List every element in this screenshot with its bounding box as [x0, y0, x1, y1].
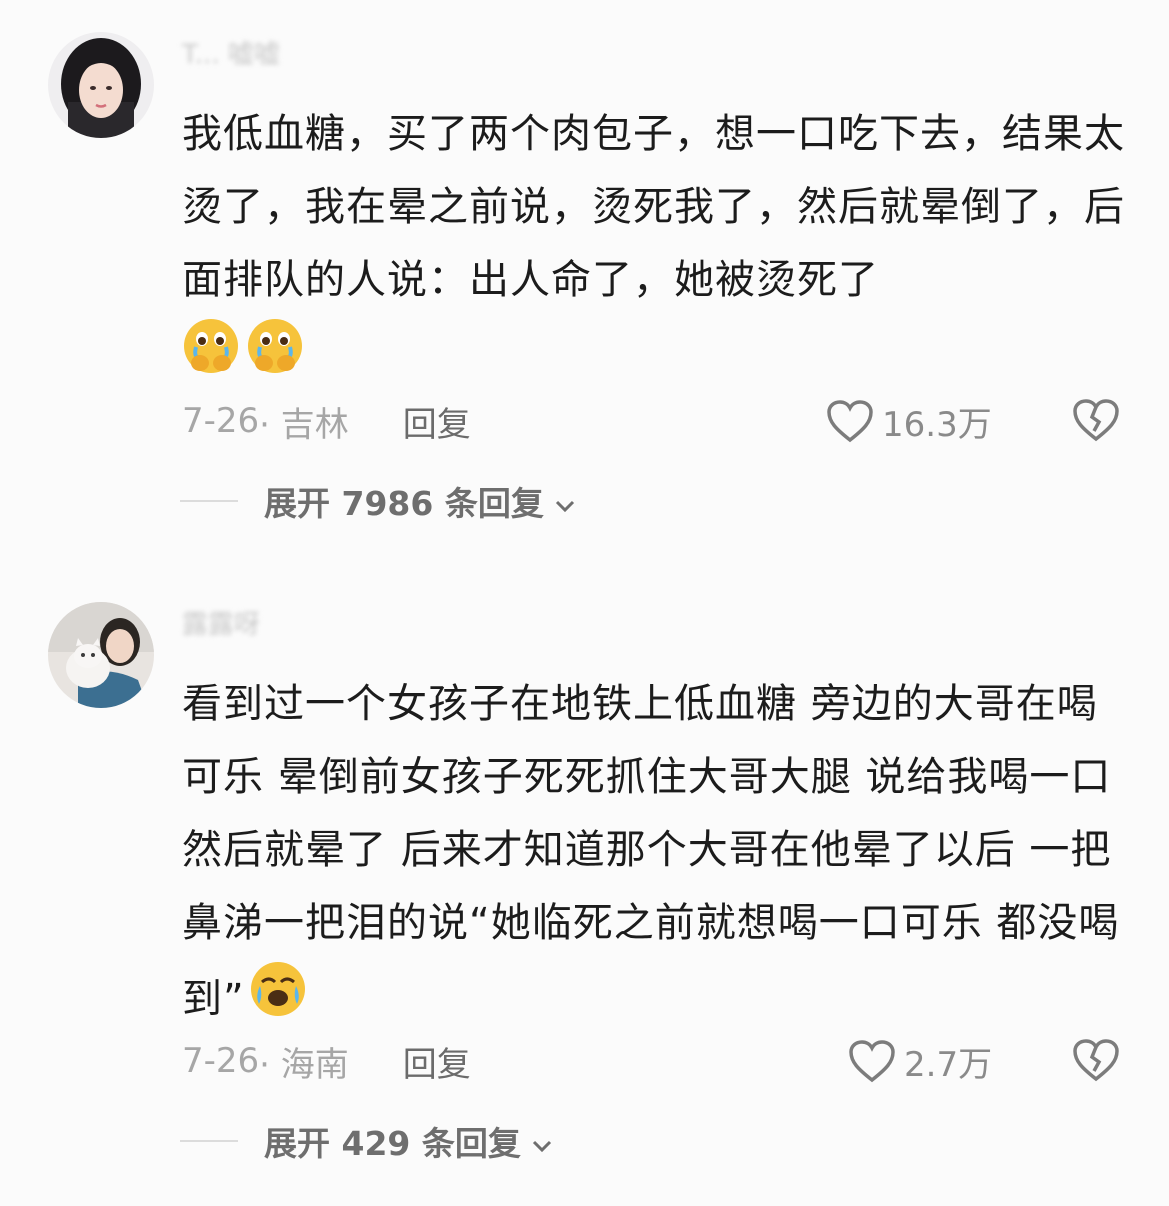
comment-list: T... 嘘嘘 我低血糖，买了两个肉包子，想一口吃下去，结果太烫了，我在晕之前说… [0, 0, 1169, 1206]
comment-text: 看到过一个女孩子在地铁上低血糖 旁边的大哥在喝可乐 晕倒前女孩子死死抓住大哥大腿… [182, 668, 1132, 1042]
reply-button[interactable]: 回复 [403, 397, 471, 446]
reply-button[interactable]: 回复 [403, 1037, 471, 1086]
expand-replies-button[interactable]: 展开 7986 条回复 [180, 476, 576, 526]
hand-over-mouth-crying-emoji [246, 317, 304, 399]
comment-location: · 吉林 [259, 404, 349, 445]
expand-label: 展开 7986 条回复 [264, 484, 544, 523]
heart-icon [827, 400, 873, 443]
expand-replies-button[interactable]: 展开 429 条回复 [180, 1116, 553, 1166]
divider-dash [180, 500, 238, 502]
username[interactable]: T... 嘘嘘 [182, 34, 280, 71]
dislike-button[interactable] [1072, 398, 1120, 446]
username[interactable]: 露露呀 [182, 604, 260, 641]
avatar[interactable] [48, 32, 154, 138]
comment-body: 我低血糖，买了两个肉包子，想一口吃下去，结果太烫了，我在晕之前说，烫死我了，然后… [182, 111, 1125, 303]
comment-body: 看到过一个女孩子在地铁上低血糖 旁边的大哥在喝可乐 晕倒前女孩子死死抓住大哥大腿… [182, 681, 1120, 1022]
broken-heart-icon [1073, 399, 1119, 442]
divider-dash [180, 1140, 238, 1142]
hand-over-mouth-crying-emoji [182, 317, 240, 399]
dislike-button[interactable] [1072, 1038, 1120, 1086]
comment-date: 7-26 [182, 401, 260, 441]
like-count: 16.3万 [882, 404, 992, 445]
emoji-row [182, 317, 310, 399]
chevron-down-icon [531, 1122, 553, 1161]
comment-date: 7-26 [182, 1041, 260, 1081]
comment-location: · 海南 [259, 1044, 349, 1085]
chevron-down-icon [554, 482, 576, 521]
like-button[interactable]: 16.3万 [826, 396, 992, 446]
like-count: 2.7万 [904, 1044, 993, 1085]
heart-icon [849, 1040, 895, 1083]
expand-label: 展开 429 条回复 [264, 1124, 521, 1163]
like-button[interactable]: 2.7万 [848, 1036, 992, 1086]
crying-face-emoji [249, 960, 307, 1042]
avatar[interactable] [48, 602, 154, 708]
comment-text: 我低血糖，买了两个肉包子，想一口吃下去，结果太烫了，我在晕之前说，烫死我了，然后… [182, 98, 1132, 399]
broken-heart-icon [1073, 1039, 1119, 1082]
comment-meta: 7-26 · 吉林 回复 [182, 396, 471, 446]
comment-meta: 7-26 · 海南 回复 [182, 1036, 471, 1086]
